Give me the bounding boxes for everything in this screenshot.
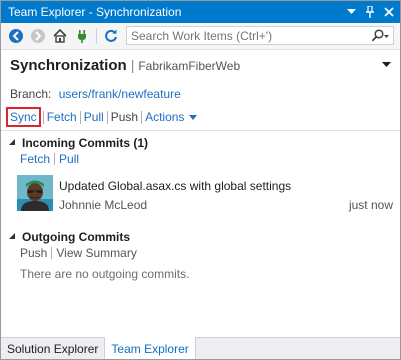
bottom-tab-bar: Solution Explorer Team Explorer bbox=[1, 337, 400, 359]
forward-icon[interactable] bbox=[27, 25, 49, 47]
chevron-down-icon bbox=[189, 113, 198, 122]
outgoing-push-link[interactable]: Push bbox=[20, 246, 47, 260]
dropdown-icon[interactable] bbox=[343, 4, 359, 20]
toolbar bbox=[1, 23, 400, 50]
header-separator: | bbox=[130, 57, 135, 73]
outgoing-commits-title: Outgoing Commits bbox=[22, 230, 130, 244]
branch-row: Branch: users/frank/newfeature bbox=[10, 87, 181, 101]
page-title: Synchronization bbox=[10, 57, 127, 74]
close-icon[interactable] bbox=[381, 4, 397, 20]
branch-link[interactable]: users/frank/newfeature bbox=[59, 87, 181, 101]
commit-time: just now bbox=[348, 198, 393, 212]
toolbar-divider bbox=[96, 28, 97, 44]
back-icon[interactable] bbox=[5, 25, 27, 47]
collapse-triangle-icon[interactable] bbox=[8, 232, 16, 242]
connect-icon[interactable] bbox=[71, 25, 93, 47]
actions-menu[interactable]: Actions bbox=[142, 110, 200, 124]
outgoing-commits-header[interactable]: Outgoing Commits bbox=[8, 230, 130, 244]
page-menu-icon[interactable] bbox=[382, 60, 391, 70]
incoming-commits-header[interactable]: Incoming Commits (1) bbox=[8, 136, 148, 150]
page-header: Synchronization | FabrikamFiberWeb bbox=[10, 57, 395, 79]
search-icon[interactable] bbox=[367, 27, 393, 44]
search-input[interactable] bbox=[127, 27, 367, 44]
commit-author: Johnnie McLeod bbox=[59, 198, 148, 212]
incoming-actions: Fetch Pull bbox=[20, 152, 79, 166]
incoming-fetch-link[interactable]: Fetch bbox=[20, 152, 50, 166]
search-box[interactable] bbox=[126, 26, 394, 45]
view-summary-link[interactable]: View Summary bbox=[56, 246, 136, 260]
refresh-icon[interactable] bbox=[100, 25, 122, 47]
team-explorer-window: Team Explorer - Synchronization Search W… bbox=[0, 0, 401, 360]
branch-label: Branch: bbox=[10, 87, 52, 101]
project-name: FabrikamFiberWeb bbox=[138, 59, 241, 73]
tab-solution-explorer[interactable]: Solution Explorer bbox=[1, 338, 104, 359]
divider-line bbox=[1, 130, 400, 131]
sync-actions-bar: Sync Fetch Pull Push Actions bbox=[6, 107, 200, 127]
outgoing-actions: Push View Summary bbox=[20, 246, 137, 260]
title-bar: Team Explorer - Synchronization bbox=[1, 1, 400, 23]
window-title: Team Explorer - Synchronization bbox=[8, 5, 182, 19]
pin-icon[interactable] bbox=[362, 4, 378, 20]
home-icon[interactable] bbox=[49, 25, 71, 47]
no-outgoing-commits-message: There are no outgoing commits. bbox=[20, 267, 190, 281]
push-link[interactable]: Push bbox=[108, 110, 141, 124]
fetch-link[interactable]: Fetch bbox=[44, 110, 80, 124]
commit-message: Updated Global.asax.cs with global setti… bbox=[59, 179, 292, 193]
incoming-pull-link[interactable]: Pull bbox=[59, 152, 79, 166]
sync-link[interactable]: Sync bbox=[6, 107, 41, 127]
pull-link[interactable]: Pull bbox=[81, 110, 107, 124]
tab-team-explorer[interactable]: Team Explorer bbox=[104, 337, 196, 359]
divider bbox=[51, 247, 53, 259]
actions-menu-label: Actions bbox=[145, 110, 185, 124]
commit-item[interactable]: Updated Global.asax.cs with global setti… bbox=[17, 174, 397, 214]
incoming-commits-title: Incoming Commits (1) bbox=[22, 136, 149, 150]
divider bbox=[54, 153, 56, 165]
collapse-triangle-icon[interactable] bbox=[8, 138, 16, 148]
avatar bbox=[17, 175, 53, 211]
